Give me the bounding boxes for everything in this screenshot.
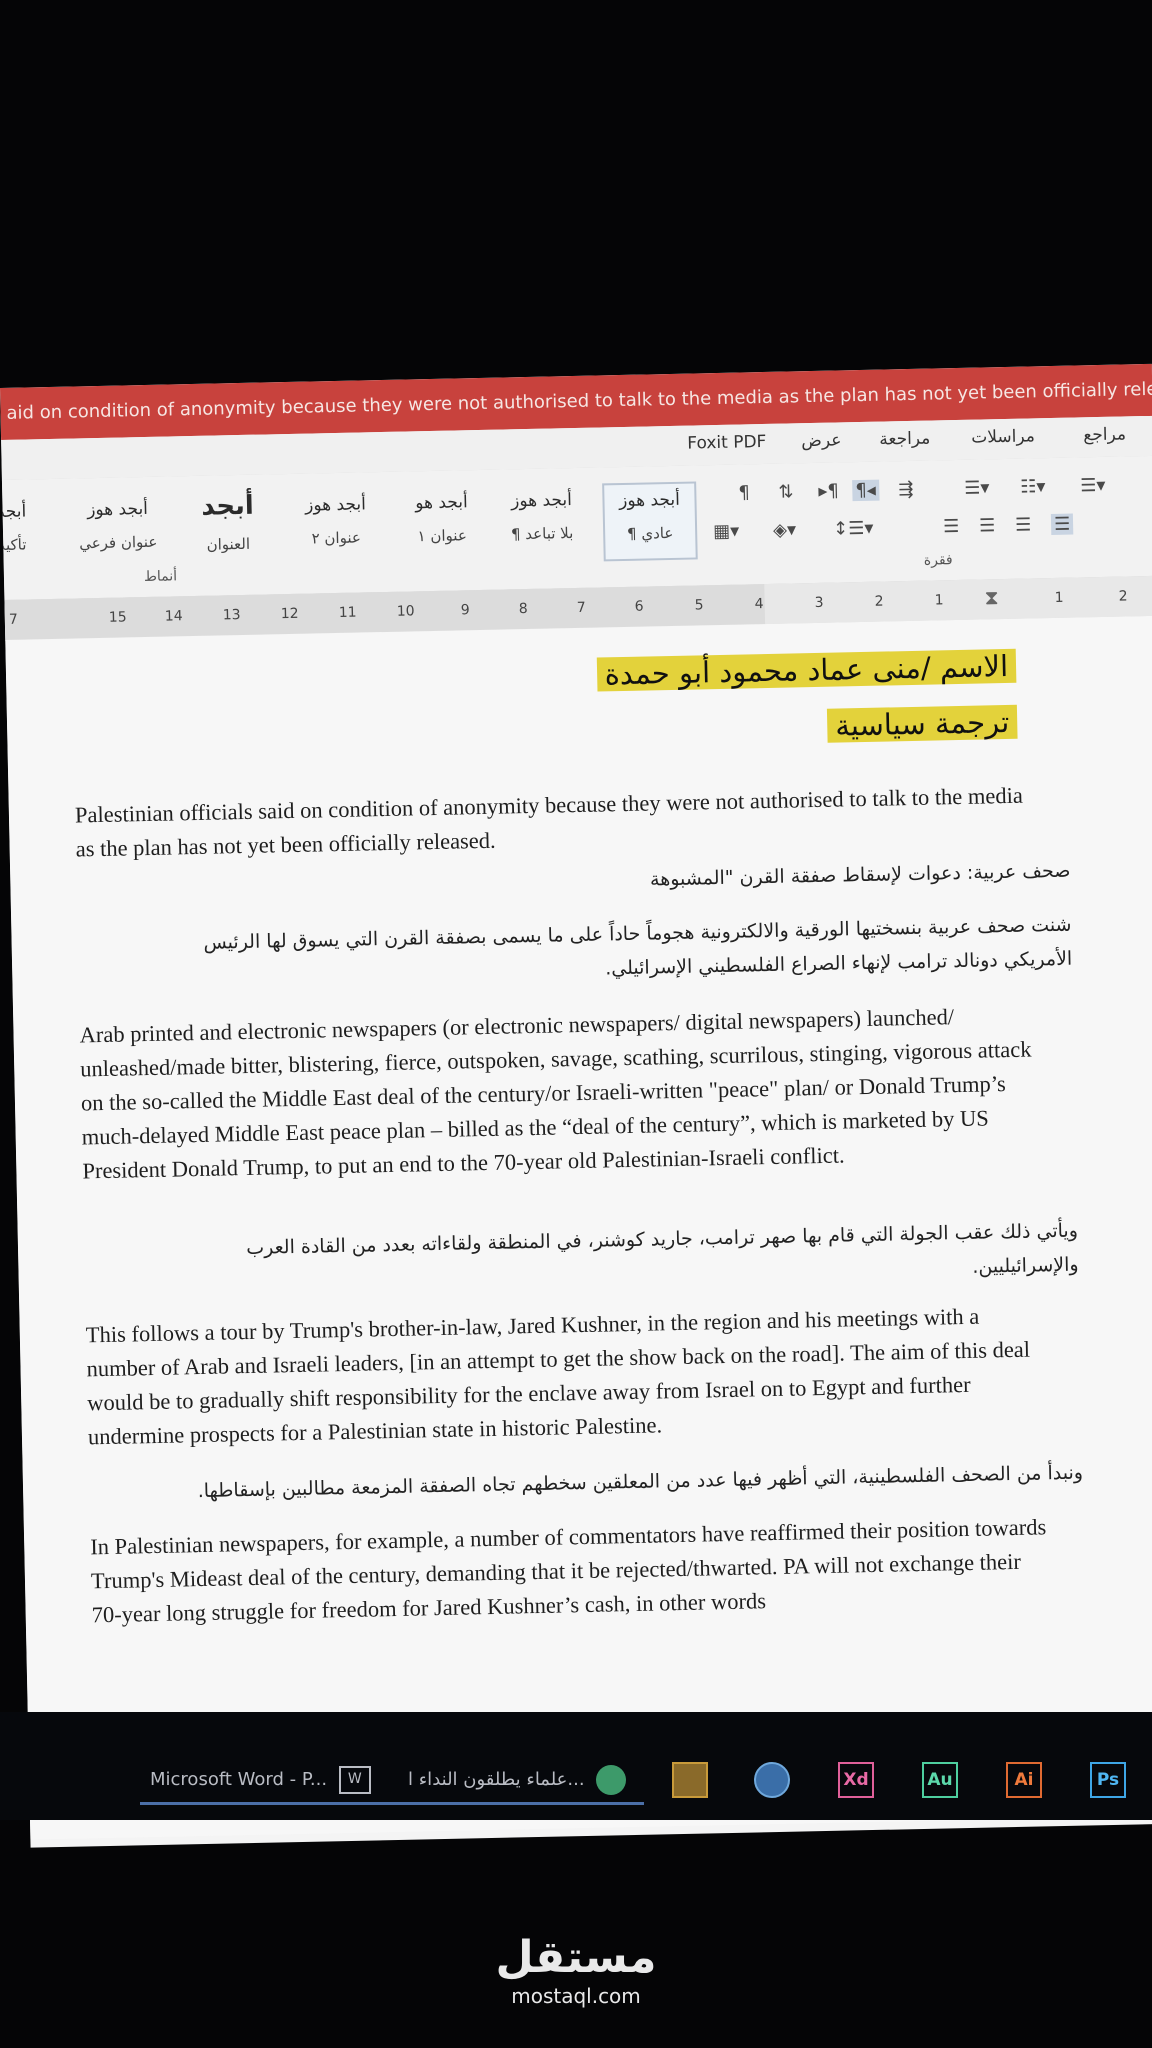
ruler-number: 9 [460, 602, 470, 619]
style-normal[interactable]: أبجد هوز ¶ عادي [602, 481, 698, 562]
ruler-number: 13 [222, 607, 241, 624]
taskbar: Microsoft Word - P... W علماء يطلقون الن… [0, 1712, 1152, 1820]
adobe-xd-icon[interactable]: Xd [838, 1762, 874, 1798]
tab-review[interactable]: مراجعة [879, 429, 930, 450]
globe-app-icon[interactable] [754, 1762, 790, 1798]
monitor-screen: aid on condition of anonymity because th… [0, 363, 1152, 1848]
paragraph-ar: ويأتي ذلك عقب الجولة التي قام بها صهر تر… [246, 1219, 1079, 1278]
paragraph-en: In Palestinian newspapers, for example, … [90, 1514, 1047, 1628]
align-center-icon[interactable]: ☰ [979, 515, 996, 536]
tab-references[interactable]: مراجع [1083, 424, 1126, 445]
borders-icon[interactable]: ▦▾ [713, 521, 739, 543]
paragraph-ar: شنت صحف عربية بنسختيها الورقية والالكترو… [203, 913, 1073, 980]
ruler-number: 1 [1054, 589, 1064, 606]
style-heading-2[interactable]: أبجد هوز عنوان ٢ [290, 488, 382, 564]
line-spacing-icon[interactable]: ↕☰▾ [833, 518, 874, 540]
numbered-list-icon[interactable]: ☷▾ [1020, 476, 1046, 498]
adobe-audition-icon[interactable]: Au [922, 1762, 958, 1798]
watermark-arabic: مستقل [495, 1932, 657, 1983]
styles-group-label: أنماط [143, 568, 178, 586]
taskbar-browser-button[interactable]: علماء يطلقون النداء ا... [398, 1758, 644, 1805]
paragraph-en: Arab printed and electronic newspapers (… [79, 1004, 1032, 1184]
style-subtitle[interactable]: أبجد هوز عنوان فرعي [72, 493, 164, 569]
ruler-number: 11 [338, 604, 357, 621]
shading-icon[interactable]: ◈▾ [773, 519, 796, 540]
indent-marker-icon[interactable]: ⧗ [984, 585, 999, 609]
style-title[interactable]: أبجد العنوان [182, 490, 274, 566]
pilcrow-icon[interactable]: ¶ [738, 482, 750, 503]
style-no-spacing[interactable]: أبجد هوز ¶ بلا تباعد [496, 484, 588, 560]
paragraph-group-label: فقرة [923, 552, 953, 569]
author-name-line: الاسم /منى عماد محمود أبو حمدة [596, 648, 1017, 692]
ruler-number: 15 [108, 609, 127, 626]
ruler-number: 2 [1118, 588, 1128, 605]
style-heading-1[interactable]: أبجد هو عنوان ١ [396, 486, 488, 562]
ruler-number: 7 [8, 611, 18, 628]
ruler-number: 6 [634, 598, 644, 615]
sort-icon[interactable]: ⇅ [778, 481, 794, 502]
rtl-direction-icon[interactable]: ¶◂ [852, 479, 880, 502]
taskbar-word-label: Microsoft Word - P... [150, 1769, 328, 1790]
ruler-number: 10 [396, 603, 415, 620]
indent-icon[interactable]: ⇶ [898, 479, 914, 500]
align-left-icon[interactable]: ☰ [1015, 514, 1032, 535]
ruler-number: 7 [576, 599, 586, 616]
tab-foxit-pdf[interactable]: Foxit PDF [687, 432, 766, 454]
file-explorer-icon[interactable] [672, 1762, 708, 1798]
ltr-direction-icon[interactable]: ▸¶ [818, 480, 839, 501]
adobe-photoshop-icon[interactable]: Ps [1090, 1762, 1126, 1798]
ruler-number: 8 [518, 600, 528, 618]
adobe-illustrator-icon[interactable]: Ai [1006, 1762, 1042, 1798]
ruler-number: 12 [280, 605, 299, 623]
taskbar-browser-label: علماء يطلقون النداء ا... [408, 1769, 585, 1790]
browser-icon [596, 1765, 627, 1795]
paragraph-en: This follows a tour by Trump's brother-i… [85, 1303, 1031, 1450]
document-page[interactable]: الاسم /منى عماد محمود أبو حمدة ترجمة سيا… [5, 615, 1152, 1840]
bullet-list-icon[interactable]: ☰▾ [1080, 475, 1106, 497]
watermark-latin: mostaql.com [511, 1984, 641, 2008]
align-right-icon[interactable]: ☰ [1050, 513, 1074, 536]
align-justify-icon[interactable]: ☰ [943, 516, 960, 537]
ruler-number: 2 [874, 593, 884, 610]
taskbar-word-button[interactable]: Microsoft Word - P... W [140, 1758, 400, 1805]
ruler-number: 4 [754, 596, 764, 613]
ruler-number: 5 [694, 597, 704, 614]
word-icon: W [338, 1766, 371, 1794]
paragraph-tools: ¶ ⇅ ▸¶ ¶◂ ⇶ ☰▾ ☷▾ ☰▾ ▦▾ ◈▾ ↕☰▾ ☰ ☰ ☰ ☰ [702, 468, 1152, 558]
ruler-number: 14 [164, 608, 183, 625]
paragraph-en: Palestinian officials said on condition … [74, 782, 1024, 862]
tab-view[interactable]: عرض [801, 430, 841, 451]
paragraph-ar: ونبدأ من الصحف الفلسطينية، التي أظهر فيه… [197, 1461, 1084, 1503]
window-title: aid on condition of anonymity because th… [6, 376, 1152, 424]
subject-line: ترجمة سياسية [826, 704, 1018, 743]
multilevel-list-icon[interactable]: ☰▾ [964, 477, 990, 499]
ruler-number: 1 [934, 592, 944, 609]
tab-mailings[interactable]: مراسلات [971, 426, 1035, 447]
ruler-number: 3 [814, 594, 824, 611]
style-emphasis[interactable]: أبجد تأكيد [0, 495, 58, 571]
